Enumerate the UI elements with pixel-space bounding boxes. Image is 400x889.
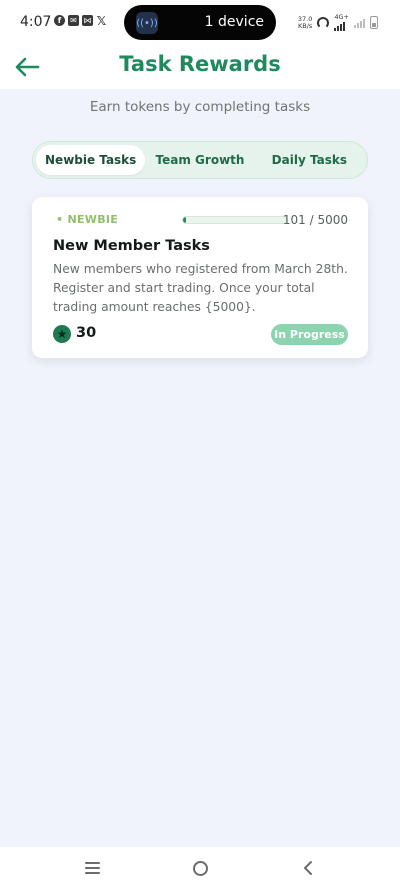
- task-tabs: Newbie Tasks Team Growth Daily Tasks: [32, 141, 368, 179]
- x-icon: 𝕏: [96, 13, 107, 28]
- network-type: 4G+: [334, 14, 349, 31]
- status-indicators: 37.0 KB/s 4G+: [298, 14, 378, 31]
- task-description: New members who registered from March 28…: [53, 262, 348, 314]
- tab-daily-tasks[interactable]: Daily Tasks: [255, 145, 364, 175]
- menu-button[interactable]: [82, 859, 102, 877]
- newbie-badge: • NEWBIE: [56, 213, 119, 226]
- tab-team-growth[interactable]: Team Growth: [145, 145, 254, 175]
- progress-bar: [182, 216, 288, 224]
- broadcast-icon: ((•)): [136, 12, 158, 34]
- star-coin-icon: ★: [53, 325, 71, 343]
- signal-icon: [334, 21, 349, 31]
- system-nav-bar: [0, 847, 400, 889]
- facebook-icon: f: [54, 15, 65, 26]
- home-button[interactable]: [190, 859, 210, 877]
- app-header: Task Rewards: [0, 44, 400, 89]
- progress-fill: [183, 217, 187, 223]
- status-badge: In Progress: [271, 324, 348, 345]
- nav-back-button[interactable]: [298, 859, 318, 877]
- mail-icon: ✉: [68, 15, 79, 26]
- menu-icon: [84, 862, 100, 864]
- island-text: 1 device: [204, 14, 264, 30]
- status-bar: 4:07 f ✉ ⋈ 𝕏 ((•)) 1 device 37.0 KB/s 4G…: [0, 0, 400, 44]
- page-title: Task Rewards: [119, 52, 281, 76]
- hotspot-icon: [317, 16, 330, 29]
- status-time: 4:07: [20, 14, 52, 30]
- page-subtitle: Earn tokens by completing tasks: [89, 99, 311, 115]
- back-chevron-icon: [304, 861, 312, 875]
- progress-text: 101 / 5000: [282, 213, 348, 227]
- notification-icons: f ✉ ⋈ 𝕏: [54, 13, 107, 28]
- capcut-icon: ⋈: [82, 15, 93, 26]
- task-title: New Member Tasks: [53, 238, 210, 254]
- tab-newbie-tasks[interactable]: Newbie Tasks: [36, 145, 146, 175]
- reward-value: 30: [76, 325, 97, 341]
- task-card[interactable]: • NEWBIE 101 / 5000 New Member Tasks New…: [32, 197, 368, 358]
- home-icon: [192, 860, 208, 876]
- net-speed-unit: KB/s: [297, 21, 313, 30]
- dynamic-island[interactable]: ((•)) 1 device: [124, 5, 276, 40]
- signal-icon: [354, 18, 365, 28]
- network-type-label: 4G+: [334, 13, 349, 21]
- battery-icon: [370, 16, 378, 29]
- network-speed: 37.0 KB/s: [297, 15, 313, 30]
